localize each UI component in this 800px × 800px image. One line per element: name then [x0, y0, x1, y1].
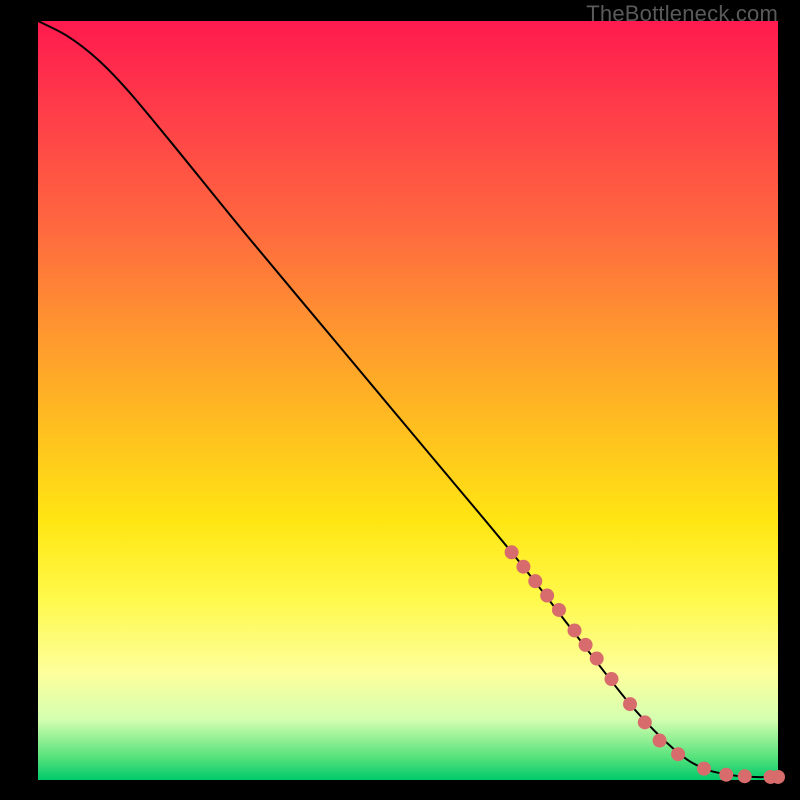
data-point — [552, 602, 566, 616]
data-point — [540, 588, 554, 602]
data-point — [516, 559, 530, 573]
curve-line — [38, 21, 778, 777]
data-point — [697, 761, 711, 775]
data-point — [738, 769, 752, 783]
data-point — [528, 574, 542, 588]
data-point — [771, 769, 785, 783]
data-point — [719, 767, 733, 781]
data-point — [605, 672, 619, 686]
data-point — [568, 623, 582, 637]
data-point — [579, 637, 593, 651]
data-point — [638, 715, 652, 729]
plot-area — [38, 21, 778, 780]
chart-svg — [38, 21, 778, 780]
data-point — [671, 747, 685, 761]
chart-frame: TheBottleneck.com — [0, 0, 800, 800]
data-point — [653, 733, 667, 747]
data-point — [590, 651, 604, 665]
data-point — [505, 545, 519, 559]
data-point — [623, 697, 637, 711]
